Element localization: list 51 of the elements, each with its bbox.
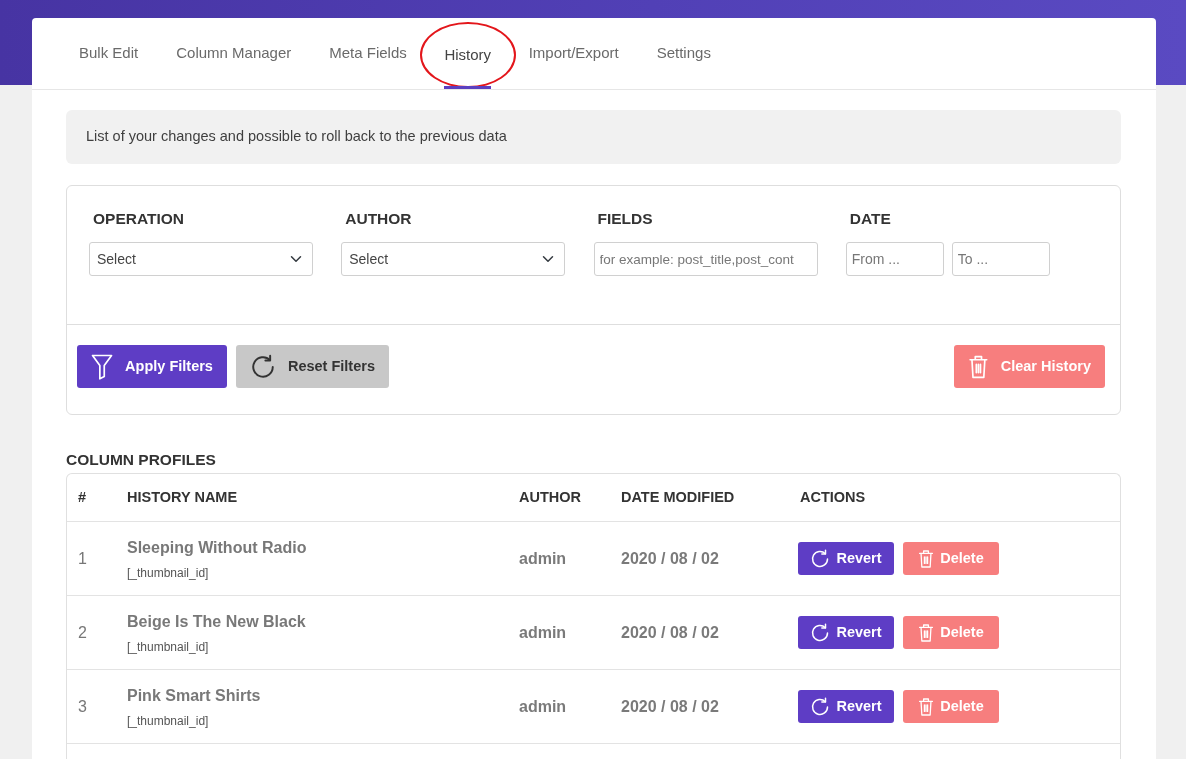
revert-button[interactable]: Revert <box>798 690 894 723</box>
column-header: HISTORY NAME <box>127 489 238 506</box>
filter-label: DATE <box>848 209 892 229</box>
revert-button[interactable]: Revert <box>798 616 894 649</box>
filter-label: AUTHOR <box>344 209 413 229</box>
row-number: 1 <box>78 549 87 567</box>
field-key: [_thumbnail_id] <box>127 639 209 654</box>
date-field[interactable]: To ... <box>951 242 1050 276</box>
author-name: admin <box>519 549 567 567</box>
row-number: 3 <box>78 697 87 715</box>
refresh-icon <box>810 622 831 643</box>
column-header: AUTHOR <box>519 489 582 506</box>
text-field[interactable]: for example: post_title,post_cont <box>593 242 818 276</box>
filter-label: FIELDS <box>596 209 654 229</box>
trash-icon <box>918 696 935 717</box>
tab[interactable]: Column Manager <box>176 18 292 89</box>
tab[interactable]: Meta Fields <box>329 18 407 89</box>
dropdown-field[interactable]: Select <box>89 242 313 276</box>
author-name: admin <box>519 623 567 641</box>
refresh-icon <box>810 696 831 717</box>
author-name: admin <box>519 697 567 715</box>
reset-filters-button[interactable]: Reset Filters <box>235 345 389 388</box>
date-field[interactable]: From ... <box>845 242 944 276</box>
info-message: List of your changes and possible to roll back to the previous data <box>66 110 1121 164</box>
field-key: [_thumbnail_id] <box>127 713 209 728</box>
field-key: [_thumbnail_id] <box>127 565 209 580</box>
tab[interactable]: Import/Export <box>528 18 619 89</box>
trash-icon <box>918 622 935 643</box>
row-number: 2 <box>78 623 87 641</box>
filter-label: OPERATION <box>92 209 185 229</box>
column-header: DATE MODIFIED <box>621 489 735 506</box>
date-modified: 2020 / 08 / 02 <box>621 549 719 567</box>
tab[interactable]: Bulk Edit <box>79 18 139 89</box>
date-modified: 2020 / 08 / 02 <box>621 697 719 715</box>
tab[interactable]: History <box>444 28 492 90</box>
column-header: # <box>78 489 87 506</box>
section-title: COLUMN PROFILES <box>66 450 217 470</box>
history-name: Beige Is The New Black <box>127 611 306 632</box>
history-name: Sleeping Without Radio <box>127 537 307 558</box>
tab[interactable]: Settings <box>656 18 711 89</box>
apply-filters-button[interactable]: Apply Filters <box>77 345 227 388</box>
date-modified: 2020 / 08 / 02 <box>621 623 719 641</box>
column-header: ACTIONS <box>800 489 866 506</box>
funnel-icon <box>91 353 114 380</box>
trash-icon <box>918 548 935 569</box>
trash-icon <box>967 353 989 380</box>
revert-button[interactable]: Revert <box>798 542 894 575</box>
history-name: Pink Smart Shirts <box>127 685 261 706</box>
dropdown-field[interactable]: Select <box>341 242 566 276</box>
refresh-icon <box>249 353 276 380</box>
refresh-icon <box>810 548 831 569</box>
